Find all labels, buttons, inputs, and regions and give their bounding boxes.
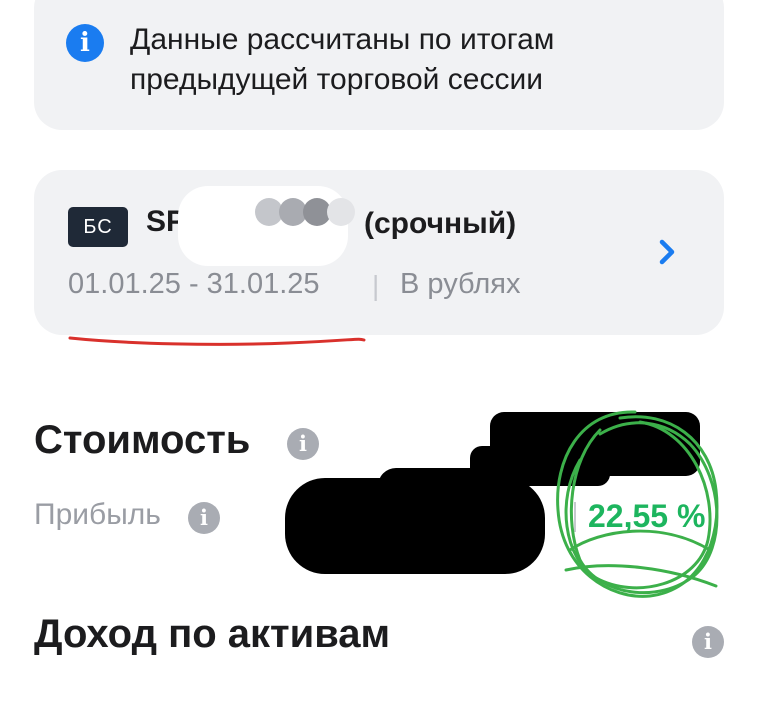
info-banner-line-2: предыдущей торговой сессии	[130, 63, 543, 96]
profit-label: Прибыль	[34, 498, 161, 531]
red-underline-annotation	[68, 336, 366, 346]
redaction-mark-4	[378, 468, 528, 508]
period-separator: |	[372, 270, 380, 301]
income-info-icon[interactable]: i	[692, 626, 724, 658]
value-info-icon[interactable]: i	[287, 428, 319, 460]
account-name-obscured-dots	[255, 198, 355, 231]
green-circle-annotation	[556, 410, 719, 598]
value-title: Стоимость	[34, 418, 251, 462]
profit-info-icon[interactable]: i	[188, 502, 220, 534]
account-currency: В рублях	[400, 268, 521, 300]
chevron-right-icon[interactable]	[652, 232, 682, 272]
info-banner-line-1: Данные рассчитаны по итогам	[130, 23, 555, 56]
portfolio-screen: i Данные рассчитаны по итогам предыдущей…	[0, 0, 758, 711]
account-type: (срочный)	[364, 207, 517, 240]
account-badge: БС	[68, 207, 128, 247]
income-title: Доход по активам	[34, 612, 391, 656]
account-period: 01.01.25 - 31.01.25	[68, 268, 320, 300]
info-icon: i	[66, 24, 104, 62]
info-banner-text: Данные рассчитаны по итогам предыдущей т…	[130, 20, 690, 100]
account-selector-card[interactable]	[34, 170, 724, 335]
